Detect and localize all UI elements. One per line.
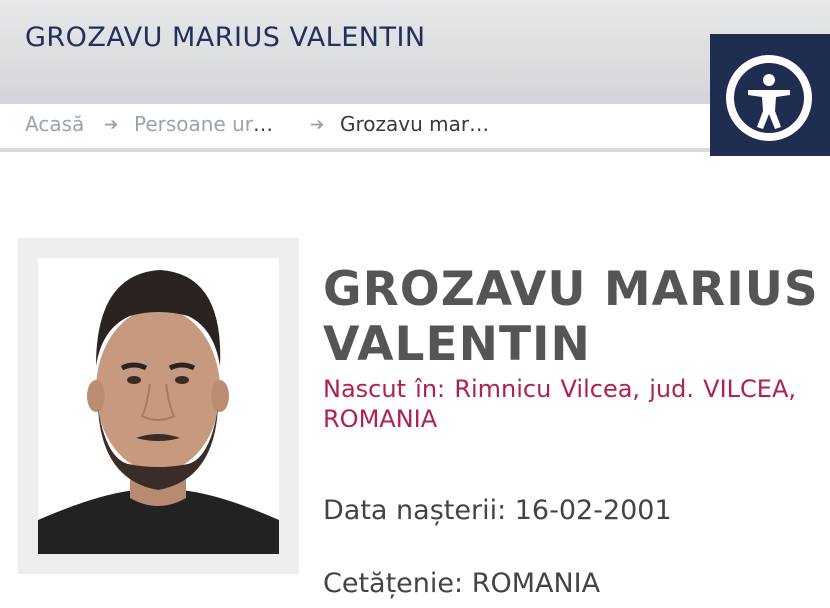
birthplace-text: Nascut în: Rimnicu Vilcea, jud. VILCEA, … [323, 375, 796, 433]
breadcrumb-wanted-persons[interactable]: Persoane ur… [134, 112, 273, 136]
person-photo [38, 258, 279, 554]
breadcrumb-current: Grozavu mar… [340, 112, 490, 136]
arrow-right-icon: ➔ [310, 115, 325, 135]
citizenship: Cetățenie: ROMANIA [323, 568, 601, 599]
person-name: GROZAVU MARIUS VALENTIN [323, 262, 819, 372]
top-header: GROZAVU MARIUS VALENTIN [0, 0, 830, 104]
arrow-right-icon: ➔ [104, 115, 119, 135]
accessibility-person-icon [726, 55, 812, 141]
site-title: GROZAVU MARIUS VALENTIN [25, 22, 426, 53]
birth-date: Data nașterii: 16-02-2001 [323, 495, 672, 526]
accessibility-button[interactable] [710, 34, 830, 156]
breadcrumb-home[interactable]: Acasă [25, 112, 84, 136]
